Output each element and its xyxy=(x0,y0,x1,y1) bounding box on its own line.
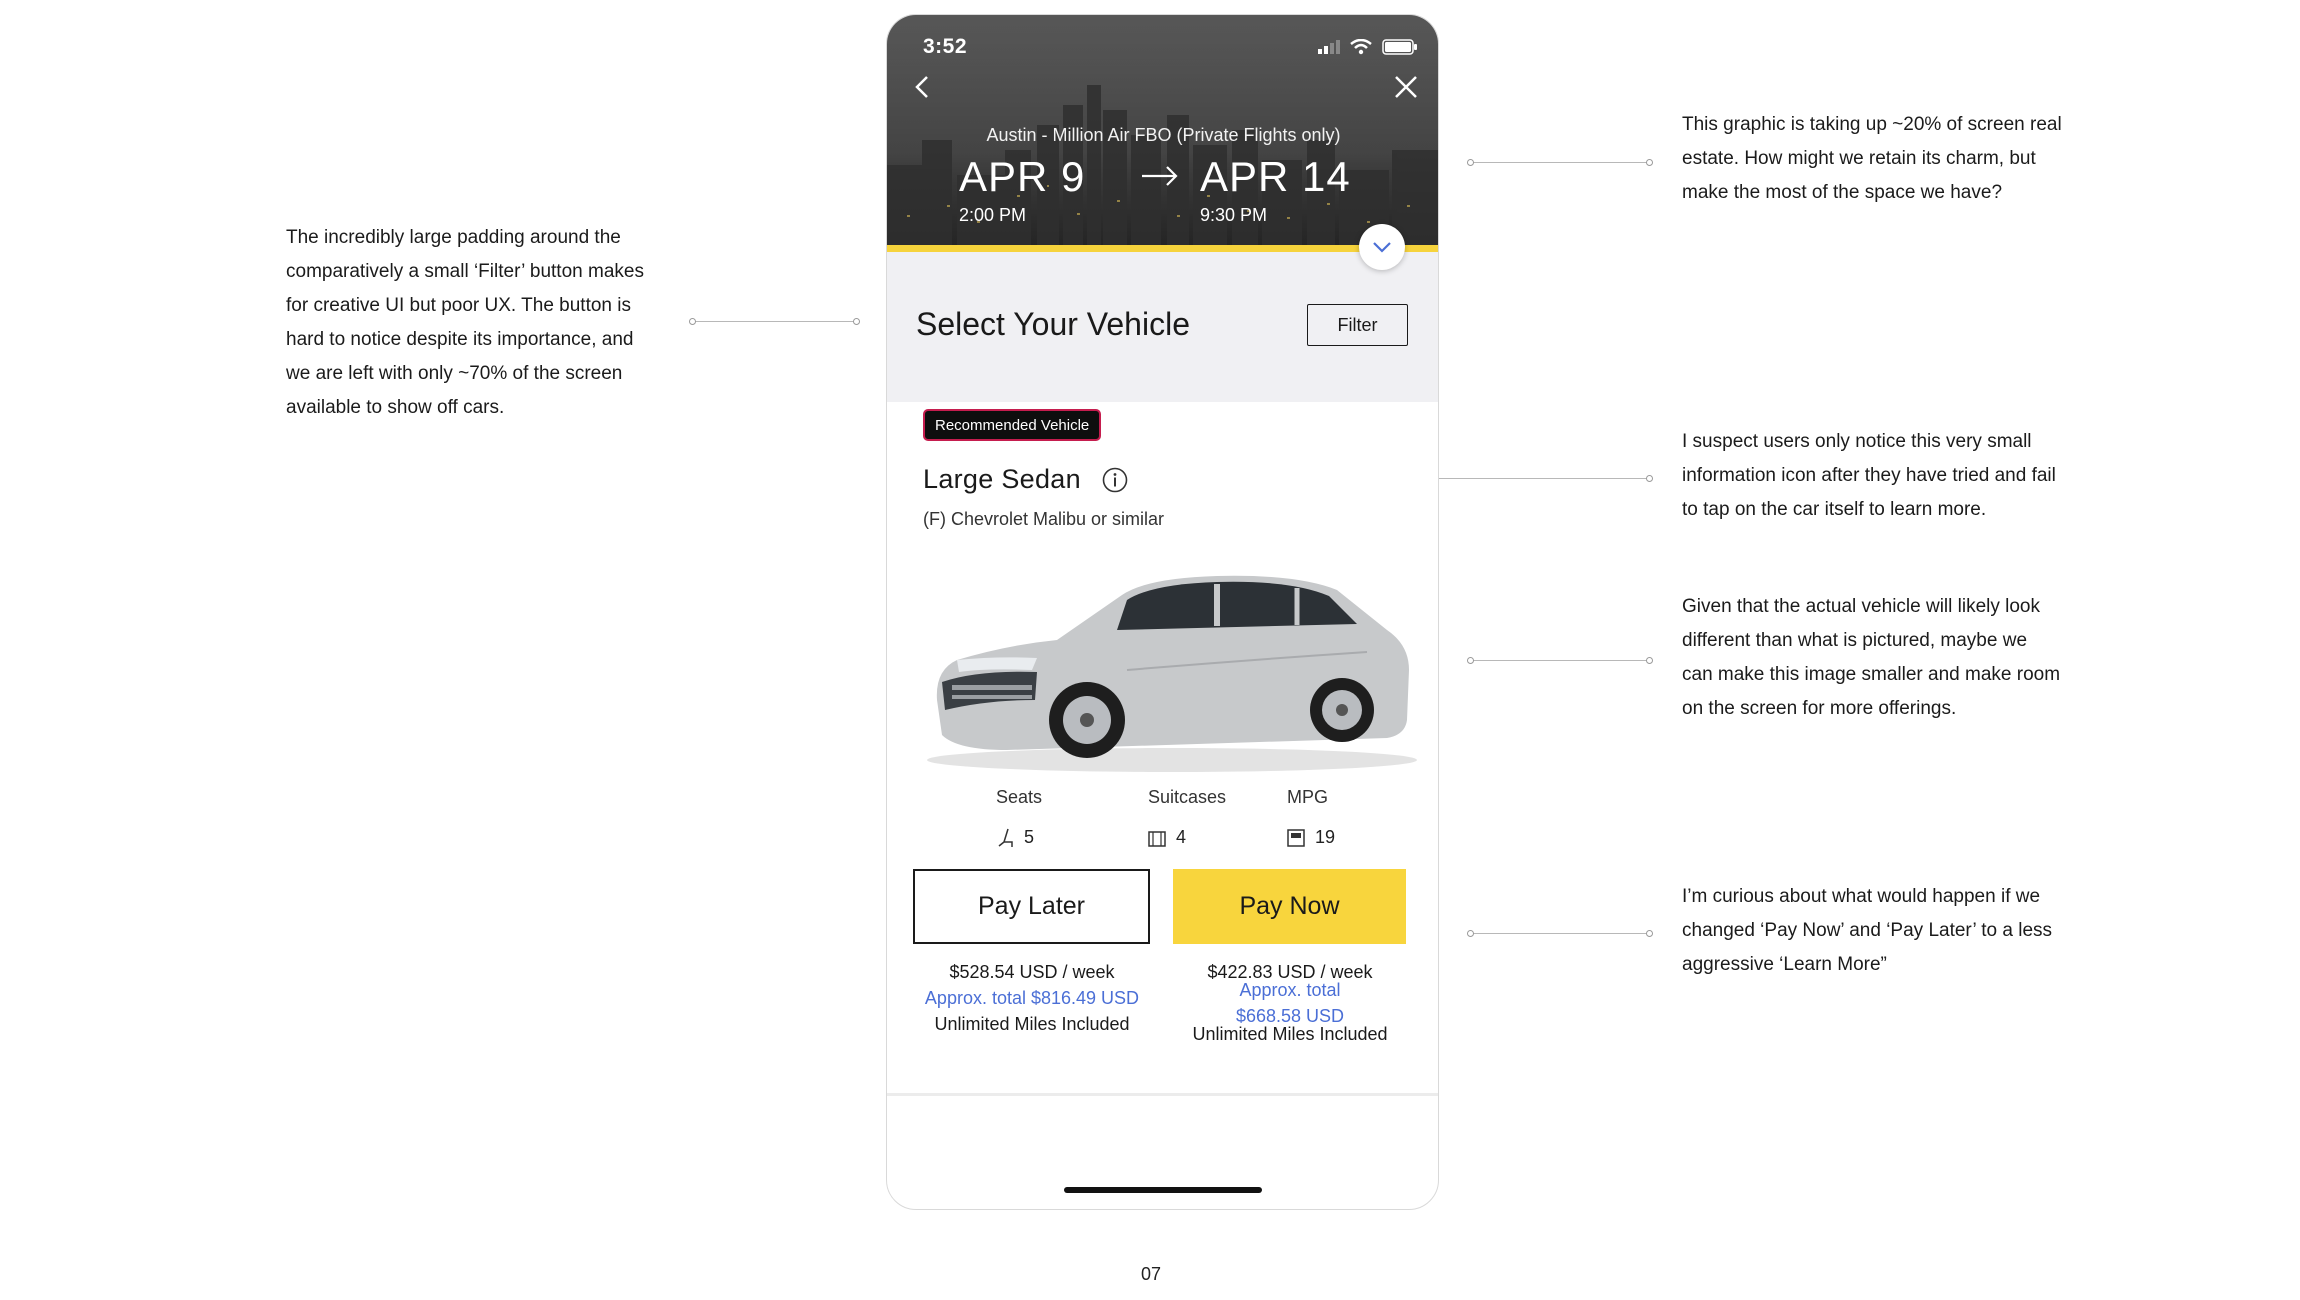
expand-button[interactable] xyxy=(1359,224,1405,270)
pay-now-miles: Unlimited Miles Included xyxy=(1192,1024,1388,1044)
suitcases-value: 4 xyxy=(1176,827,1187,847)
annotation-line: I suspect users only notice this very sm… xyxy=(1682,431,2032,452)
connector-vehicle xyxy=(1467,657,1653,664)
vehicle-image[interactable] xyxy=(917,560,1417,775)
recommended-badge: Recommended Vehicle xyxy=(923,409,1102,441)
connector-filter xyxy=(689,318,860,325)
annotation-line: make the most of the space we have? xyxy=(1682,182,2003,203)
suitcase-icon xyxy=(1148,830,1166,847)
spec-seats: Seats 5 xyxy=(996,787,1126,847)
spec-suitcases: Suitcases 4 xyxy=(1148,787,1278,847)
page-title: Select Your Vehicle xyxy=(916,306,1190,342)
seats-value: 5 xyxy=(1024,827,1035,847)
pickup-date: APR 9 xyxy=(959,153,1086,200)
annotation-pay-buttons: I’m curious about what would happen if w… xyxy=(1682,880,2122,982)
dropoff-date: APR 14 xyxy=(1200,153,1351,200)
annotation-line: available to show off cars. xyxy=(286,397,505,418)
info-icon[interactable] xyxy=(1102,467,1128,493)
seats-value-row: 5 xyxy=(998,827,1034,848)
annotation-line: Given that the actual vehicle will likel… xyxy=(1682,596,2041,617)
pickup-location: Austin - Million Air FBO (Private Flight… xyxy=(986,125,1341,145)
vehicle-model: (F) Chevrolet Malibu or similar xyxy=(923,509,1165,529)
suitcases-value-row: 4 xyxy=(1148,827,1186,848)
annotation-line: aggressive ‘Learn More” xyxy=(1682,954,1887,975)
pickup-time: 2:00 PM xyxy=(959,205,1027,225)
battery-icon xyxy=(1382,39,1417,55)
connector-graphic xyxy=(1467,159,1653,166)
annotation-line: This graphic is taking up ~20% of screen… xyxy=(1682,114,2062,135)
annotation-line: I’m curious about what would happen if w… xyxy=(1682,886,2041,907)
annotation-line: estate. How might we retain its charm, b… xyxy=(1682,148,2036,169)
annotation-line: hard to notice despite its importance, a… xyxy=(286,329,634,350)
pay-later-miles: Unlimited Miles Included xyxy=(934,1014,1130,1034)
annotation-line: comparatively a small ‘Filter’ button ma… xyxy=(286,261,644,282)
annotation-line: to tap on the car itself to learn more. xyxy=(1682,499,1987,520)
annotation-info-icon: I suspect users only notice this very sm… xyxy=(1682,425,2122,527)
annotation-filter-padding: The incredibly large padding around the … xyxy=(286,221,706,425)
annotation-line: for creative UI but poor UX. The button … xyxy=(286,295,631,316)
pay-now-approx-label: Approx. total xyxy=(1239,980,1341,1000)
annotation-vehicle-image: Given that the actual vehicle will likel… xyxy=(1682,590,2122,726)
annotation-line: on the screen for more offerings. xyxy=(1682,698,1957,719)
hero-accent-bar xyxy=(887,245,1438,252)
hero-graphic: 3:52 Austin - Million Air FBO (Private F… xyxy=(887,15,1438,245)
page-number: 07 xyxy=(1141,1264,1162,1284)
annotation-line: different than what is pictured, maybe w… xyxy=(1682,630,2028,651)
status-icons xyxy=(1318,39,1418,55)
annotation-line: information icon after they have tried a… xyxy=(1682,465,2056,486)
pay-later-pricing: $528.54 USD / week Approx. total $816.49… xyxy=(907,959,1157,1037)
annotation-line: we are left with only ~70% of the screen xyxy=(286,363,623,384)
mpg-value: 19 xyxy=(1315,827,1336,847)
signal-icon xyxy=(1318,40,1340,54)
mpg-label: MPG xyxy=(1287,787,1329,807)
filter-button[interactable]: Filter xyxy=(1307,304,1408,346)
chevron-down-icon xyxy=(1373,242,1391,253)
annotation-line: can make this image smaller and make roo… xyxy=(1682,664,2061,685)
pickup-date-block: APR 9 2:00 PM xyxy=(959,153,1085,226)
pay-later-approx-total[interactable]: Approx. total $816.49 USD xyxy=(907,985,1157,1011)
annotation-line: changed ‘Pay Now’ and ‘Pay Later’ to a l… xyxy=(1682,920,2053,941)
select-vehicle-header: Select Your Vehicle Filter xyxy=(887,252,1438,402)
phone-frame: 3:52 Austin - Million Air FBO (Private F… xyxy=(886,14,1439,1210)
section-divider xyxy=(887,1093,1438,1096)
pay-now-pricing: $422.83 USD / week Approx. total $668.58… xyxy=(1165,959,1415,1047)
vehicle-class: Large Sedan xyxy=(923,464,1081,494)
arrow-right-icon xyxy=(1142,166,1178,186)
annotation-line: The incredibly large padding around the xyxy=(286,227,621,248)
dropoff-date-block: APR 14 9:30 PM xyxy=(1200,153,1351,226)
vehicle-specs: Seats 5 Suitcases 4 MPG 19 xyxy=(947,787,1347,857)
pay-now-button[interactable]: Pay Now xyxy=(1173,869,1406,944)
fuel-icon xyxy=(1287,828,1305,847)
close-icon[interactable] xyxy=(1394,75,1418,99)
back-arrow-icon[interactable] xyxy=(911,73,933,101)
seats-label: Seats xyxy=(996,787,1043,807)
seat-icon xyxy=(998,828,1013,847)
suitcases-label: Suitcases xyxy=(1148,787,1227,807)
spec-mpg: MPG 19 xyxy=(1287,787,1417,847)
dropoff-time: 9:30 PM xyxy=(1200,205,1268,225)
connector-pay xyxy=(1467,930,1653,937)
home-indicator[interactable] xyxy=(1064,1187,1262,1193)
mpg-value-row: 19 xyxy=(1287,827,1335,848)
pay-later-button[interactable]: Pay Later xyxy=(913,869,1150,944)
status-time: 3:52 xyxy=(923,35,968,58)
wifi-icon xyxy=(1350,39,1372,55)
pay-later-weekly-price: $528.54 USD / week xyxy=(949,962,1115,982)
annotation-graphic-space: This graphic is taking up ~20% of screen… xyxy=(1682,108,2122,210)
